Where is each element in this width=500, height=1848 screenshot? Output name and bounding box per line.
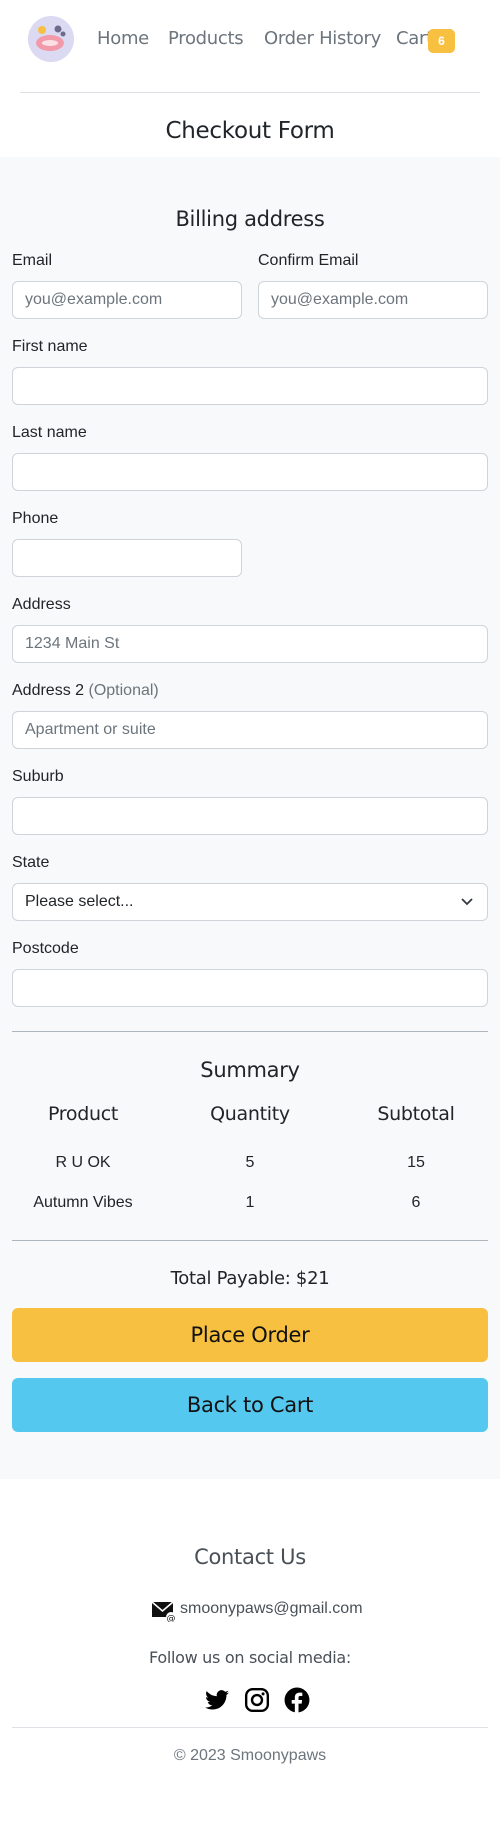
- row1-product: R U OK: [55, 1154, 111, 1171]
- confirm-email-input[interactable]: you@example.com: [258, 281, 488, 319]
- back-to-cart-button[interactable]: Back to Cart: [12, 1378, 488, 1432]
- nav-divider: [20, 92, 480, 93]
- row2-subtotal: 6: [411, 1194, 421, 1211]
- address-placeholder: 1234 Main St: [25, 635, 120, 652]
- column-header-subtotal: Subtotal: [377, 1103, 455, 1125]
- logo[interactable]: [28, 16, 74, 62]
- page-title: Checkout Form: [165, 118, 335, 144]
- state-selected-value: Please select...: [25, 893, 134, 910]
- address2-optional-text: (Optional): [88, 682, 159, 699]
- summary-title: Summary: [200, 1058, 300, 1082]
- address2-placeholder: Apartment or suite: [25, 721, 156, 738]
- address-label: Address: [12, 596, 71, 613]
- total-payable: Total Payable: $21: [170, 1268, 330, 1289]
- suburb-label: Suburb: [12, 768, 64, 785]
- state-select[interactable]: Please select...: [12, 883, 488, 921]
- email-input[interactable]: you@example.com: [12, 281, 242, 319]
- email-placeholder: you@example.com: [25, 291, 163, 308]
- state-label: State: [12, 854, 50, 871]
- follow-text: Follow us on social media:: [149, 1648, 351, 1667]
- row1-subtotal: 15: [407, 1154, 425, 1171]
- footer-divider: [12, 1727, 488, 1728]
- row2-product: Autumn Vibes: [33, 1194, 133, 1211]
- copyright-text: © 2023 Smoonypaws: [173, 1747, 327, 1764]
- confirm-email-placeholder: you@example.com: [271, 291, 409, 308]
- first-name-label: First name: [12, 338, 88, 355]
- logo-image: [28, 16, 74, 62]
- nav-order-history-link[interactable]: Order History: [264, 28, 381, 49]
- postcode-input[interactable]: [12, 969, 488, 1007]
- address2-input[interactable]: Apartment or suite: [12, 711, 488, 749]
- instagram-icon[interactable]: [244, 1687, 270, 1713]
- svg-text:@: @: [167, 1614, 176, 1622]
- total-divider: [12, 1240, 488, 1241]
- last-name-label: Last name: [12, 424, 87, 441]
- phone-input[interactable]: [12, 539, 242, 577]
- address2-label-text: Address 2: [12, 682, 85, 699]
- nav-home-link[interactable]: Home: [97, 28, 149, 49]
- phone-label: Phone: [12, 510, 59, 527]
- place-order-button[interactable]: Place Order: [12, 1308, 488, 1362]
- address-input[interactable]: 1234 Main St: [12, 625, 488, 663]
- last-name-input[interactable]: [12, 453, 488, 491]
- summary-divider: [12, 1031, 488, 1032]
- billing-title: Billing address: [175, 207, 325, 231]
- suburb-input[interactable]: [12, 797, 488, 835]
- facebook-icon[interactable]: [284, 1687, 310, 1713]
- email-label: Email: [12, 252, 53, 269]
- address2-label: Address 2 (Optional): [12, 682, 159, 700]
- cart-count-badge: 6: [428, 29, 455, 53]
- postcode-label: Postcode: [12, 940, 79, 957]
- nav-products-link[interactable]: Products: [168, 28, 244, 49]
- twitter-icon[interactable]: [204, 1687, 230, 1713]
- contact-title: Contact Us: [194, 1545, 306, 1569]
- row1-quantity: 5: [245, 1154, 255, 1171]
- first-name-input[interactable]: [12, 367, 488, 405]
- confirm-email-label: Confirm Email: [258, 252, 359, 269]
- row2-quantity: 1: [245, 1194, 255, 1211]
- contact-email-row: @ smoonypaws@gmail.com: [0, 1598, 500, 1622]
- contact-email-link[interactable]: smoonypaws@gmail.com: [180, 1600, 363, 1618]
- mail-icon: @: [152, 1601, 176, 1622]
- column-header-quantity: Quantity: [210, 1103, 290, 1125]
- column-header-product: Product: [47, 1103, 119, 1125]
- navbar: Home Products Order History Cart 6: [0, 0, 500, 80]
- chevron-down-icon: [461, 898, 473, 906]
